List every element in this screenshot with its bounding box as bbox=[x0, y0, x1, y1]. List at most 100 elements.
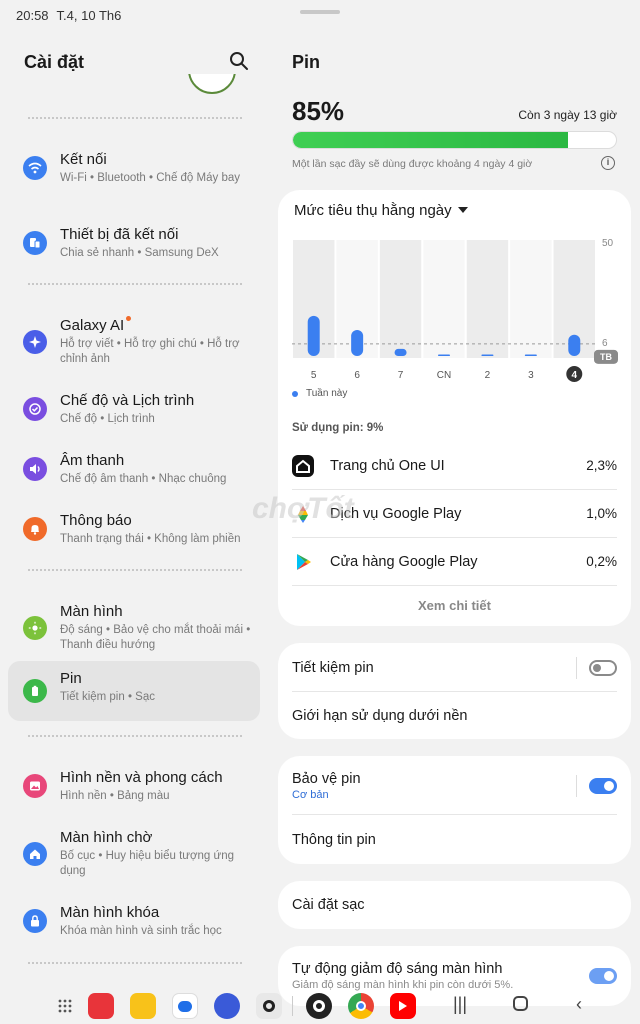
battery-info-row[interactable]: Thông tin pin bbox=[292, 829, 617, 851]
sun-icon bbox=[23, 615, 47, 640]
power-saving-card: Tiết kiệm pin Giới hạn sử dụng dưới nền bbox=[278, 643, 631, 739]
check-circle-icon bbox=[23, 397, 47, 421]
battery-estimate-note: Một lần sạc đầy sẽ dùng được khoảng 4 ng… bbox=[292, 158, 533, 170]
recent-apps-icon[interactable]: ||| bbox=[453, 994, 467, 1015]
messages-icon[interactable] bbox=[172, 993, 198, 1019]
item-title: Thiết bị đã kết nối bbox=[60, 226, 179, 243]
app-percent: 2,3% bbox=[586, 458, 617, 473]
chevron-down-icon[interactable] bbox=[458, 207, 468, 213]
background-limits-label: Giới hạn sử dụng dưới nền bbox=[292, 708, 468, 724]
battery-level-bar bbox=[292, 131, 617, 149]
divider bbox=[292, 814, 617, 815]
item-title: Thông báo bbox=[60, 512, 132, 529]
bell-icon bbox=[23, 517, 47, 541]
avatar[interactable] bbox=[188, 74, 236, 94]
power-saving-row[interactable]: Tiết kiệm pin bbox=[292, 657, 617, 679]
item-subtitle: Bố cục • Huy hiệu biểu tượng ứng dụng bbox=[60, 850, 235, 877]
app-usage-row[interactable]: Cửa hàng Google Play 0,2% bbox=[292, 538, 617, 586]
divider bbox=[292, 996, 293, 1016]
battery-level-fill bbox=[293, 132, 568, 148]
settings-list-pane: Cài đặt Kết nối Wi-Fi • Bluetooth • Chế … bbox=[0, 30, 270, 990]
chart-x-tick-label: 7 bbox=[398, 370, 404, 381]
chart-column-bg bbox=[466, 240, 509, 358]
detail-title: Pin bbox=[292, 52, 321, 72]
app-usage-row[interactable]: Dịch vụ Google Play 1,0% bbox=[292, 490, 617, 538]
chart-column-bg bbox=[379, 240, 422, 358]
power-saving-toggle[interactable] bbox=[589, 660, 617, 676]
notes-icon[interactable] bbox=[214, 993, 240, 1019]
chart-bar bbox=[394, 348, 407, 356]
settings-item-modes-routines[interactable]: Chế độ và Lịch trình Chế độ • Lịch trình bbox=[8, 383, 260, 435]
item-title: Galaxy AI bbox=[60, 316, 252, 335]
home-button-icon[interactable] bbox=[513, 996, 528, 1011]
divider bbox=[28, 283, 242, 285]
item-title: Màn hình chờ bbox=[60, 829, 153, 846]
settings-item-connections[interactable]: Kết nối Wi-Fi • Bluetooth • Chế độ Máy b… bbox=[8, 142, 260, 194]
search-icon[interactable] bbox=[228, 50, 250, 72]
item-subtitle: Hình nền • Bảng màu bbox=[60, 790, 170, 802]
battery-percent: 85% bbox=[292, 96, 345, 126]
lock-icon bbox=[23, 909, 47, 933]
chart-bar bbox=[481, 354, 494, 356]
background-limits-row[interactable]: Giới hạn sử dụng dưới nền bbox=[292, 705, 617, 727]
item-subtitle: Chia sẻ nhanh • Samsung DeX bbox=[60, 247, 219, 259]
chart-x-tick-label: 2 bbox=[485, 370, 491, 381]
app-usage-row[interactable]: Trang chủ One UI 2,3% bbox=[292, 442, 617, 490]
home-icon bbox=[23, 841, 47, 866]
chart-y-tick-label: 50 bbox=[602, 238, 614, 249]
chart-bar bbox=[568, 334, 581, 356]
camera-icon[interactable] bbox=[256, 993, 282, 1019]
legend-label: Tuần này bbox=[306, 388, 348, 399]
battery-protection-label: Bảo vệ pin bbox=[292, 771, 361, 787]
chart-column-bg bbox=[510, 240, 552, 358]
youtube-icon[interactable] bbox=[390, 993, 416, 1019]
charging-settings-row[interactable]: Cài đặt sạc bbox=[292, 894, 617, 916]
settings-item-battery[interactable]: Pin Tiết kiệm pin • Sạc bbox=[8, 661, 260, 721]
split-drag-handle[interactable] bbox=[300, 10, 340, 14]
app-name: Dịch vụ Google Play bbox=[330, 505, 462, 522]
info-icon[interactable]: i bbox=[601, 156, 615, 170]
volume-icon bbox=[23, 457, 47, 481]
settings-item-home-screen[interactable]: Màn hình chờ Bố cục • Huy hiệu biểu tượn… bbox=[8, 820, 260, 887]
new-badge bbox=[126, 316, 132, 321]
battery-protection-mode: Cơ bản bbox=[292, 789, 329, 801]
divider bbox=[292, 691, 617, 692]
item-subtitle: Hỗ trợ viết • Hỗ trợ ghi chú • Hỗ trợ ch… bbox=[60, 338, 240, 365]
settings-item-galaxy-ai[interactable]: Galaxy AI Hỗ trợ viết • Hỗ trợ ghi chú •… bbox=[8, 308, 260, 375]
settings-gear-icon[interactable] bbox=[306, 993, 332, 1019]
my-files-icon[interactable] bbox=[130, 993, 156, 1019]
settings-item-wallpaper-style[interactable]: Hình nền và phong cách Hình nền • Bảng m… bbox=[8, 760, 260, 812]
sparkle-icon bbox=[23, 329, 47, 354]
see-details-button[interactable]: Xem chi tiết bbox=[278, 598, 631, 613]
settings-item-notifications[interactable]: Thông báo Thanh trạng thái • Không làm p… bbox=[8, 503, 260, 555]
app-percent: 1,0% bbox=[586, 506, 617, 521]
usage-header: Sử dụng pin: 9% bbox=[292, 422, 384, 434]
battery-protection-text: Bảo vệ pin Cơ bản bbox=[292, 771, 576, 801]
app-drawer-icon[interactable] bbox=[52, 993, 78, 1019]
power-saving-label: Tiết kiệm pin bbox=[292, 660, 374, 676]
auto-dim-toggle[interactable] bbox=[589, 968, 617, 984]
app-percent: 0,2% bbox=[586, 554, 617, 569]
flipboard-icon[interactable] bbox=[88, 993, 114, 1019]
settings-item-display[interactable]: Màn hình Độ sáng • Bảo vệ cho mắt thoải … bbox=[8, 594, 260, 661]
app-name: Cửa hàng Google Play bbox=[330, 553, 478, 570]
settings-item-connected-devices[interactable]: Thiết bị đã kết nối Chia sẻ nhanh • Sams… bbox=[8, 217, 260, 269]
chart-average-label: TB bbox=[600, 352, 612, 362]
settings-item-sounds[interactable]: Âm thanh Chế độ âm thanh • Nhạc chuông bbox=[8, 443, 260, 495]
devices-icon bbox=[23, 231, 47, 255]
settings-item-lock-screen[interactable]: Màn hình khóa Khóa màn hình và sinh trắc… bbox=[8, 895, 260, 947]
back-icon[interactable]: ‹ bbox=[576, 994, 582, 1015]
chart-column-bg bbox=[423, 240, 465, 358]
charging-settings-card[interactable]: Cài đặt sạc bbox=[278, 881, 631, 929]
item-subtitle: Chế độ • Lịch trình bbox=[60, 413, 155, 425]
page-title: Cài đặt bbox=[24, 52, 85, 72]
divider bbox=[28, 735, 242, 737]
battery-protection-toggle[interactable] bbox=[589, 778, 617, 794]
chart-x-tick-label: 6 bbox=[354, 370, 360, 381]
item-subtitle: Thanh trạng thái • Không làm phiền bbox=[60, 533, 241, 545]
usage-period-dropdown[interactable]: Mức tiêu thụ hằng ngày bbox=[294, 202, 452, 219]
chrome-icon[interactable] bbox=[348, 993, 374, 1019]
battery-protection-row[interactable]: Bảo vệ pin Cơ bản bbox=[292, 768, 617, 804]
item-subtitle: Khóa màn hình và sinh trắc học bbox=[60, 925, 222, 937]
item-title: Màn hình bbox=[60, 603, 123, 620]
